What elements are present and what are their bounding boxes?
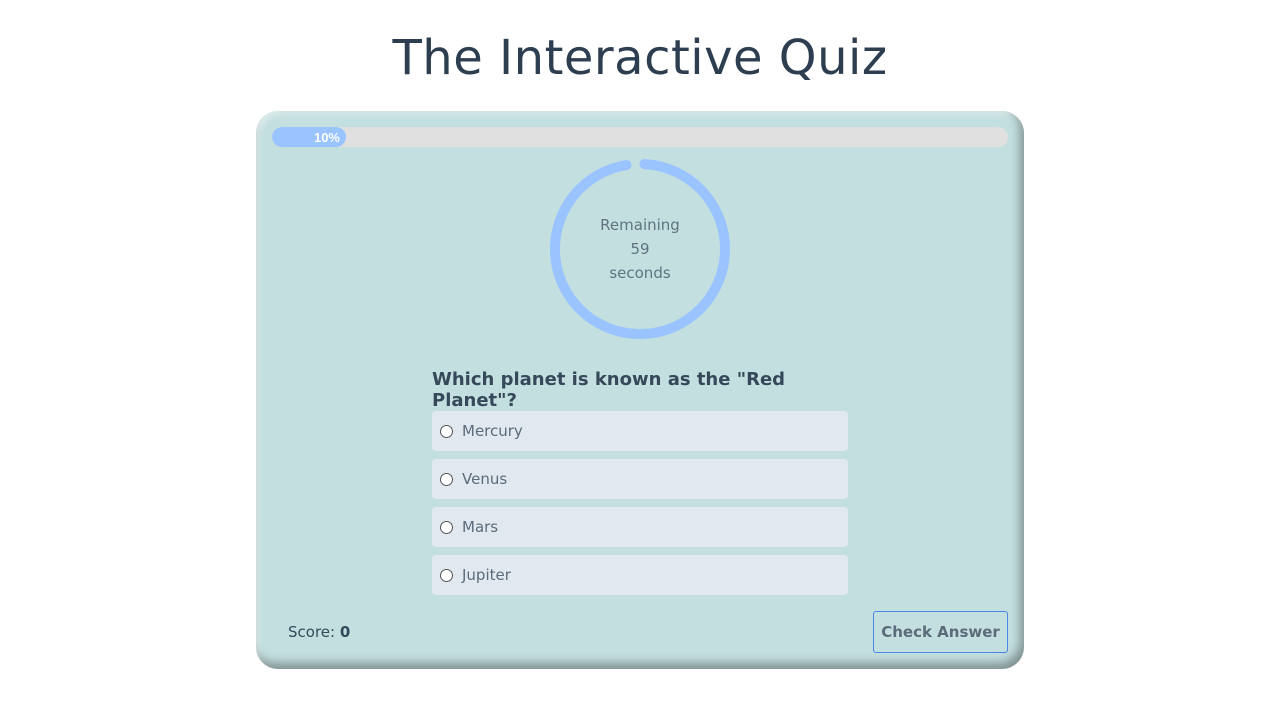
answer-options: Mercury Venus Mars Jupiter xyxy=(432,411,848,603)
check-answer-button[interactable]: Check Answer xyxy=(873,611,1008,653)
radio-button[interactable] xyxy=(440,568,453,582)
option-label: Mercury xyxy=(462,422,523,440)
countdown-timer: Remaining 59 seconds xyxy=(550,159,730,339)
timer-remaining-label: Remaining xyxy=(600,216,680,234)
progress-fill: 10% xyxy=(272,127,346,147)
option-jupiter[interactable]: Jupiter xyxy=(432,555,848,595)
option-mercury[interactable]: Mercury xyxy=(432,411,848,451)
progress-bar: 10% xyxy=(272,127,1008,147)
timer-text: Remaining 59 seconds xyxy=(550,159,730,339)
option-label: Venus xyxy=(462,470,508,488)
timer-seconds-value: 59 xyxy=(630,240,650,258)
option-venus[interactable]: Venus xyxy=(432,459,848,499)
timer-seconds-label: seconds xyxy=(609,264,671,282)
option-mars[interactable]: Mars xyxy=(432,507,848,547)
radio-button[interactable] xyxy=(440,520,453,534)
option-label: Jupiter xyxy=(462,566,511,584)
radio-button[interactable] xyxy=(440,472,453,486)
score-value: 0 xyxy=(339,623,351,641)
quiz-card: 10% Remaining 59 seconds Which planet is… xyxy=(256,111,1024,669)
radio-button[interactable] xyxy=(440,424,453,438)
page-title: The Interactive Quiz xyxy=(392,30,888,86)
question-text: Which planet is known as the "Red Planet… xyxy=(432,369,786,411)
score-display: Score: 0 xyxy=(288,623,350,641)
progress-label: 10% xyxy=(313,129,340,145)
score-label: Score: xyxy=(288,623,336,641)
option-label: Mars xyxy=(462,518,499,536)
